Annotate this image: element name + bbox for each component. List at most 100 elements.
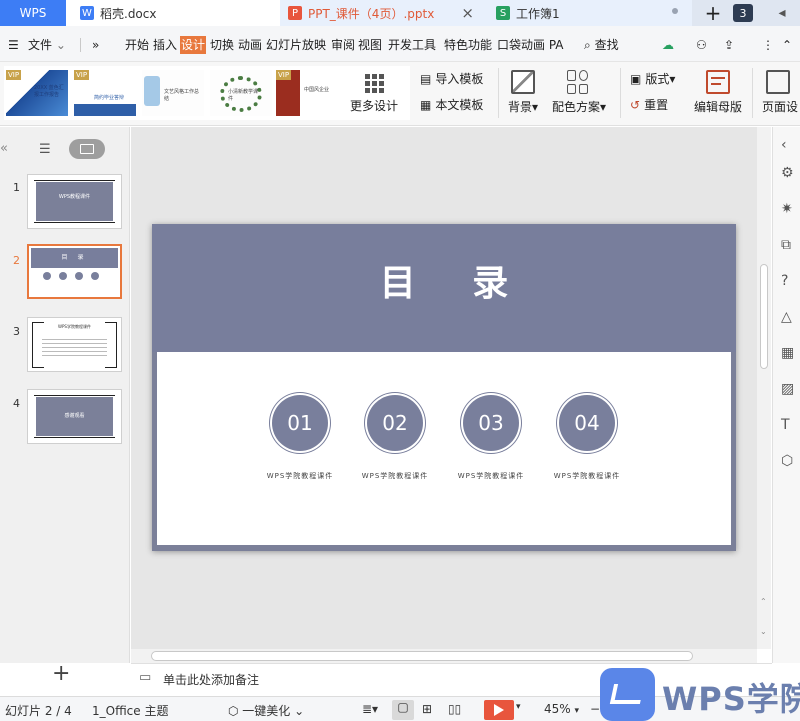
sorter-view-icon[interactable]: ⊞ [422,702,432,716]
tab-document[interactable]: W 稻壳.docx [66,0,280,26]
collapse-icon[interactable]: ‹ [781,137,797,153]
tab-wps-home[interactable]: WPS [0,0,66,26]
image-icon[interactable]: ▨ [781,381,797,397]
tab-presentation-label: PPT_课件（4页）.pptx [308,6,435,21]
template-thumb[interactable]: VIP 20XX 蓝色汇报工作报告 [6,70,68,116]
tab-workbook[interactable]: S 工作簿1 [484,0,692,26]
hamburger-icon[interactable]: ☰ [8,36,19,54]
menu-item-insert[interactable]: 插入 [153,36,177,54]
text-template-button[interactable]: ▦ 本文模板 [420,96,483,113]
collapse-ribbon-icon[interactable]: ⌃ [782,36,792,54]
toc-item[interactable]: 02 WPS学院教程课件 [353,395,437,481]
notes-toggle-icon[interactable]: ≣▾ [362,702,378,716]
thumbnail-view-toggle[interactable] [69,139,105,159]
slide-thumbnail-4[interactable]: 感谢观看 [27,389,122,444]
background-label: 背景▾ [508,100,539,114]
collapse-panel-icon[interactable]: « [0,141,8,156]
template-title: 20XX 蓝色汇报工作报告 [34,85,64,98]
theme-name[interactable]: 1_Office 主题 [92,702,168,719]
page-down-icon[interactable]: ⌄ [760,627,767,636]
more-designs-button[interactable]: 更多设计 [350,72,398,114]
cloud-sync-icon[interactable]: ☁ [662,36,674,54]
background-button[interactable]: 背景▾ [508,70,538,115]
horizontal-scroll-thumb[interactable] [151,651,693,661]
menu-item-animation[interactable]: 动画 [238,36,262,54]
vertical-scroll-thumb[interactable] [760,264,768,369]
layout-button[interactable]: ▣ 版式 ▾ [630,70,675,87]
slide-title[interactable]: 目 录 [152,254,736,306]
close-icon[interactable]: × [461,4,474,22]
menu-item-pocket-animation[interactable]: 口袋动画 PA [497,36,564,54]
template-thumb[interactable]: 小清新教学课件 [210,70,272,116]
beautify-button[interactable]: ⬡ 一键美化 ⌄ [228,702,304,719]
reset-button[interactable]: ↺ 重置 [630,96,668,113]
menu-file[interactable]: 文件 ⌄ [28,36,66,54]
export-icon[interactable]: ⇪ [724,36,734,54]
current-slide[interactable]: 目 录 01 WPS学院教程课件 02 WPS学院教程课件 03 WPS学院教程… [152,224,736,551]
color-scheme-label: 配色方案▾ [552,100,607,114]
animation-icon[interactable]: ✷ [781,201,797,217]
zoom-level[interactable]: 45% ▾ [544,702,579,716]
layout-grid-icon[interactable]: ▦ [781,345,797,361]
menu-item-view[interactable]: 视图 [358,36,382,54]
slide-thumbnail-3[interactable]: WPS学院教程课件 [27,317,122,372]
menu-item-design[interactable]: 设计 [180,36,207,54]
menu-bar: ☰ 文件 ⌄ » 开始 插入 设计 切换 动画 幻灯片放映 审阅 视图 开发工具… [0,26,800,62]
thumb-title: WPS学院教程课件 [58,324,91,329]
vip-badge: VIP [6,70,22,80]
tab-presentation[interactable]: P PPT_课件（4页）.pptx × [280,0,484,26]
menu-more-icon[interactable]: » [92,36,99,54]
template-thumb[interactable]: VIP 中国风企业 [276,70,338,116]
template-thumb[interactable]: VIP 简约毕业答辩 [74,70,136,116]
outline-view-icon[interactable]: ☰ [39,142,51,157]
toc-number-circle: 04 [559,395,615,451]
slide-master-icon [706,70,730,94]
horizontal-scrollbar[interactable] [131,649,757,663]
toc-item[interactable]: 03 WPS学院教程课件 [449,395,533,481]
cube-icon[interactable]: ⬡ [781,453,797,469]
template-thumb[interactable]: 文艺风格工作总结 [142,70,204,116]
chevron-down-icon: ▾ [669,71,676,86]
more-vertical-icon[interactable]: ⋮ [762,36,774,54]
color-scheme-button[interactable]: 配色方案▾ [552,70,606,115]
text-icon[interactable]: T [781,417,797,433]
slide-thumbnail-1[interactable]: WPS教程课件 [27,174,122,229]
add-slide-button[interactable]: + [52,661,70,686]
menu-item-transition[interactable]: 切换 [210,36,234,54]
adjust-icon[interactable]: ⚙ [781,165,797,181]
menu-item-review[interactable]: 审阅 [331,36,355,54]
grid-icon [364,74,384,93]
toc-label: WPS学院教程课件 [361,472,429,480]
chevron-down-icon[interactable]: ▾ [516,702,521,712]
notes-placeholder: 单击此处添加备注 [163,673,260,687]
template-deco [144,76,160,106]
new-tab-button[interactable]: + [700,0,726,26]
menu-item-start[interactable]: 开始 [125,36,149,54]
toc-item[interactable]: 01 WPS学院教程课件 [258,395,342,481]
zoom-out-button[interactable]: − [590,702,600,716]
tab-more-icon[interactable]: ◂ [772,0,792,26]
transition-icon[interactable]: ⧉ [781,237,797,253]
tab-count-badge[interactable]: 3 [733,4,753,22]
help-icon[interactable]: ? [781,273,797,289]
vip-badge: VIP [74,70,90,80]
normal-view-icon[interactable]: ▢ [392,700,414,720]
shape-icon[interactable]: △ [781,309,797,325]
slide-thumbnail-2[interactable]: 目 录 [27,244,122,299]
search-button[interactable]: ⌕ 查找 [584,36,619,54]
page-setup-button[interactable]: 页面设 [762,70,798,115]
import-template-button[interactable]: ▤ 导入模板 [420,70,483,87]
play-slideshow-button[interactable] [484,700,514,720]
vertical-scrollbar[interactable]: ⌃ ⌄ [757,127,771,649]
menu-item-developer[interactable]: 开发工具 [388,36,436,54]
reading-view-icon[interactable]: ▯▯ [448,702,461,716]
toc-item[interactable]: 04 WPS学院教程课件 [545,395,629,481]
edit-master-button[interactable]: 编辑母版 [694,70,742,115]
menu-item-features[interactable]: 特色功能 [444,36,492,54]
share-user-icon[interactable]: ⚇ [696,36,707,54]
page-up-icon[interactable]: ⌃ [760,597,767,606]
menu-item-slideshow[interactable]: 幻灯片放映 [266,36,326,54]
page-setup-label: 页面设 [762,100,799,114]
beautify-icon: ⬡ [228,704,243,718]
background-icon [511,70,536,94]
